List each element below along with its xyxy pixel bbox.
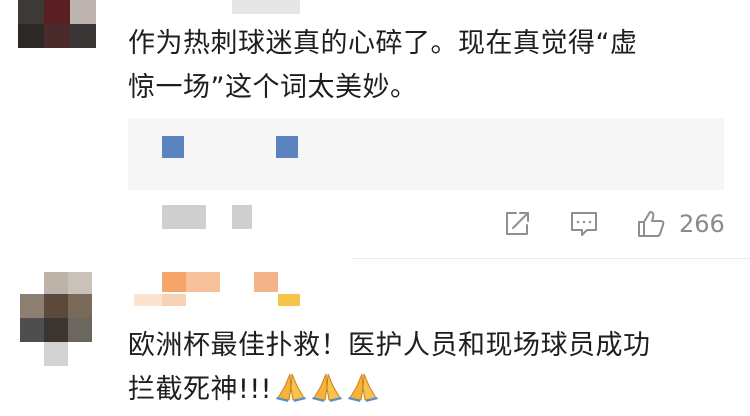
timestamp <box>162 205 206 229</box>
comment-text-line: 惊一场”这个词太美妙。 <box>128 72 418 103</box>
avatar-pixel <box>44 0 70 24</box>
comment-text-line: 拦截死神!!! <box>128 368 738 416</box>
share-icon[interactable] <box>502 209 532 239</box>
like-icon[interactable] <box>636 209 666 239</box>
avatar-pixel <box>18 0 44 24</box>
avatar-pixel <box>68 294 92 318</box>
avatar-pixel <box>68 318 92 342</box>
avatar-pixel <box>44 294 68 318</box>
avatar-pixel <box>44 342 68 366</box>
folded-hands-icon <box>346 372 380 416</box>
link-block[interactable] <box>162 136 184 158</box>
username-pixel <box>134 294 162 306</box>
quoted-content-box[interactable] <box>128 118 724 190</box>
comment-icon[interactable] <box>569 209 599 239</box>
comment-text-line: 作为热刺球迷真的心碎了。现在真觉得“虚 <box>128 28 638 59</box>
divider <box>352 258 750 259</box>
avatar-pixel <box>44 24 70 48</box>
username-pixel <box>162 272 186 292</box>
like-count: 266 <box>679 210 725 238</box>
folded-hands-icon <box>274 372 308 416</box>
comment-text-line: 欧洲杯最佳扑救！医护人员和现场球员成功 <box>128 330 651 361</box>
username[interactable] <box>134 272 304 312</box>
avatar[interactable] <box>20 272 94 366</box>
avatar-pixel <box>70 0 96 24</box>
comment-text: 作为热刺球迷真的心碎了。现在真觉得“虚 惊一场”这个词太美妙。 <box>128 22 728 110</box>
avatar[interactable] <box>18 0 96 48</box>
folded-hands-icon <box>310 372 344 416</box>
avatar-pixel <box>70 24 96 48</box>
link-block[interactable] <box>276 136 298 158</box>
comment-text-fragment: 拦截死神!!! <box>128 374 272 405</box>
avatar-pixel <box>44 272 68 294</box>
avatar-pixel <box>44 318 68 342</box>
username[interactable] <box>232 0 300 14</box>
avatar-pixel <box>68 272 92 294</box>
avatar-pixel <box>18 24 44 48</box>
username-pixel <box>278 294 300 306</box>
avatar-pixel <box>20 294 44 318</box>
comment-text: 欧洲杯最佳扑救！医护人员和现场球员成功 拦截死神!!! <box>128 324 738 416</box>
username-pixel <box>162 294 186 306</box>
username-pixel <box>186 272 220 292</box>
source <box>232 205 252 229</box>
avatar-pixel <box>20 318 44 342</box>
username-pixel <box>254 272 278 292</box>
